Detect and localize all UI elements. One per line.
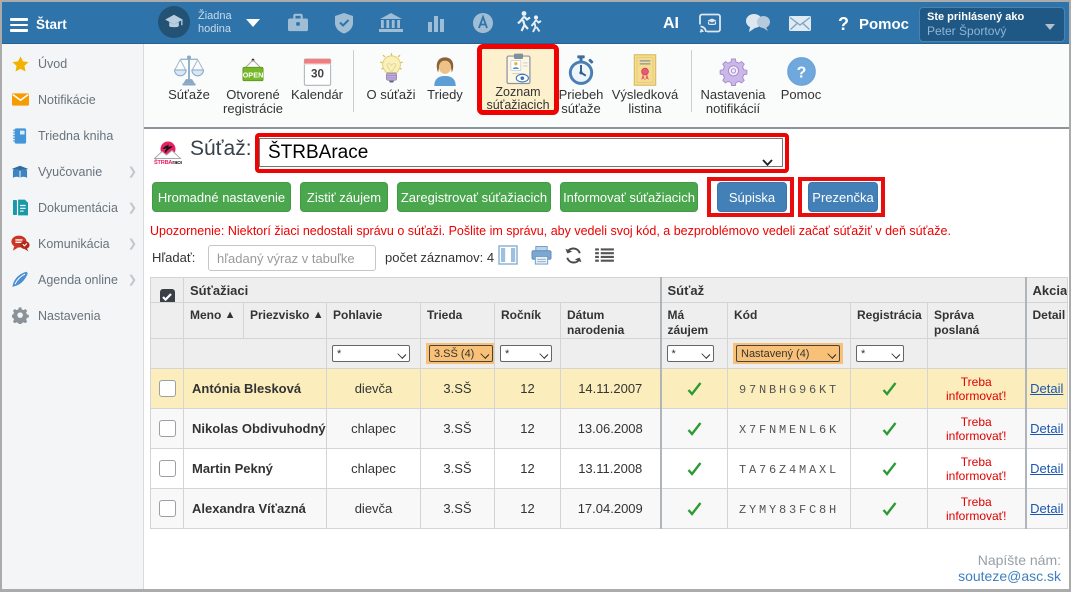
svg-text:ŠTRBArace: ŠTRBArace bbox=[154, 158, 182, 165]
svg-text:?: ? bbox=[796, 64, 806, 81]
svg-text:30: 30 bbox=[310, 68, 324, 81]
svg-text:OPEN: OPEN bbox=[243, 70, 264, 79]
